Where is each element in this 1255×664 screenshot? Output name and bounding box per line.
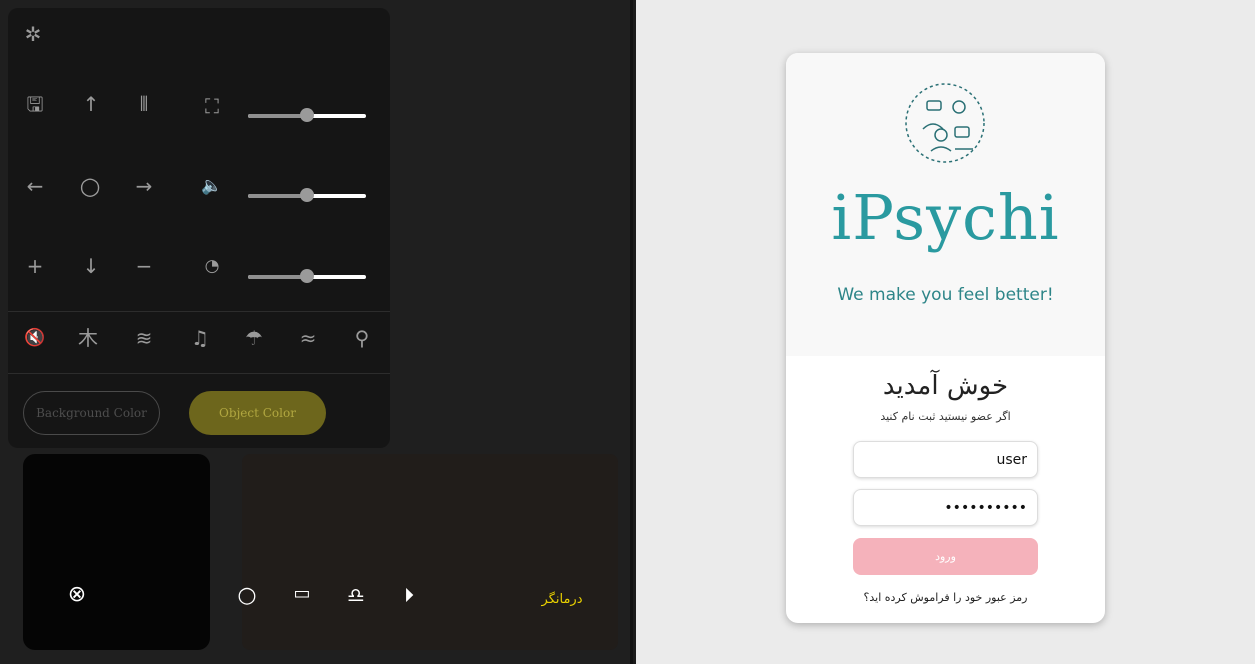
circle-icon[interactable]: ○ bbox=[76, 174, 104, 198]
speed-slider-knob[interactable] bbox=[300, 269, 314, 283]
forest-icon[interactable]: ⽊ bbox=[74, 328, 102, 348]
arrow-down-icon[interactable]: ↓ bbox=[77, 256, 105, 276]
vibrate-icon[interactable]: ⫴ bbox=[130, 94, 158, 114]
speed-slider-fill bbox=[248, 275, 307, 279]
rain-icon[interactable]: ☂ bbox=[240, 328, 268, 348]
zoom-slider-knob[interactable] bbox=[300, 108, 314, 122]
wind-icon[interactable]: ≋ bbox=[130, 328, 158, 348]
bell-icon[interactable]: ♫ bbox=[186, 328, 214, 348]
control-panel: ✲ 🖫 ↑ ⫴ ⛶ ← ○ → 🔈 + ↓ − ◔ 🔇 ⽊ ≋ ♫ ☂ ≈ ⚲ bbox=[8, 8, 390, 448]
login-screen: iPsychi We make you feel better! خوش آمد… bbox=[636, 0, 1255, 664]
divider bbox=[8, 373, 390, 374]
play-icon[interactable]: ⏵ bbox=[394, 585, 424, 605]
volume-slider-fill bbox=[248, 194, 307, 198]
username-field[interactable] bbox=[853, 441, 1038, 478]
arrow-up-icon[interactable]: ↑ bbox=[77, 94, 105, 114]
card-header: iPsychi We make you feel better! bbox=[786, 53, 1105, 356]
login-button[interactable]: ورود bbox=[853, 538, 1038, 575]
self-video: ⊗ bbox=[23, 454, 210, 650]
welcome-title: خوش آمدید bbox=[882, 371, 1009, 401]
zoom-slider-fill bbox=[248, 114, 307, 118]
background-color-button[interactable]: Background Color bbox=[23, 391, 160, 435]
volume-slider[interactable] bbox=[248, 188, 366, 202]
camera-icon[interactable]: ▭ bbox=[287, 585, 317, 603]
zoom-slider[interactable] bbox=[248, 108, 366, 122]
logo-illustration bbox=[905, 83, 985, 163]
therapist-label: درمانگر bbox=[541, 592, 583, 607]
speed-slider[interactable] bbox=[248, 269, 366, 283]
signup-prompt[interactable]: اگر عضو نیستید ثبت نام کنید bbox=[786, 410, 1105, 423]
headphones-icon[interactable]: ♎ bbox=[341, 585, 371, 605]
close-call-icon[interactable]: ⊗ bbox=[62, 584, 92, 606]
record-icon[interactable]: ○ bbox=[232, 585, 262, 607]
speedometer-icon[interactable]: ◔ bbox=[198, 258, 226, 275]
volume-slider-knob[interactable] bbox=[300, 188, 314, 202]
mute-icon[interactable]: 🔇 bbox=[21, 330, 49, 347]
object-color-button[interactable]: Object Color bbox=[189, 391, 326, 435]
divider bbox=[8, 311, 390, 312]
volume-icon[interactable]: 🔈 bbox=[198, 178, 226, 195]
login-card: iPsychi We make you feel better! خوش آمد… bbox=[786, 53, 1105, 623]
butterfly-icon[interactable]: ✲ bbox=[19, 24, 47, 44]
save-icon[interactable]: 🖫 bbox=[21, 94, 49, 114]
fullscreen-icon[interactable]: ⛶ bbox=[198, 96, 226, 116]
arrow-left-icon[interactable]: ← bbox=[21, 176, 49, 196]
arrow-right-icon[interactable]: → bbox=[130, 176, 158, 196]
tagline: We make you feel better! bbox=[837, 285, 1054, 305]
plus-icon[interactable]: + bbox=[21, 256, 49, 276]
password-field[interactable] bbox=[853, 489, 1038, 526]
search-person-icon[interactable]: ⚲ bbox=[348, 328, 376, 348]
therapist-video: ○ ▭ ♎ ⏵ درمانگر bbox=[237, 454, 618, 650]
waves-icon[interactable]: ≈ bbox=[294, 328, 322, 348]
left-panel: ✲ 🖫 ↑ ⫴ ⛶ ← ○ → 🔈 + ↓ − ◔ 🔇 ⽊ ≋ ♫ ☂ ≈ ⚲ bbox=[0, 0, 633, 664]
minus-icon[interactable]: − bbox=[130, 256, 158, 276]
forgot-password-link[interactable]: رمز عبور خود را فراموش کرده اید؟ bbox=[786, 591, 1105, 604]
brand-logo-text: iPsychi bbox=[831, 181, 1060, 254]
